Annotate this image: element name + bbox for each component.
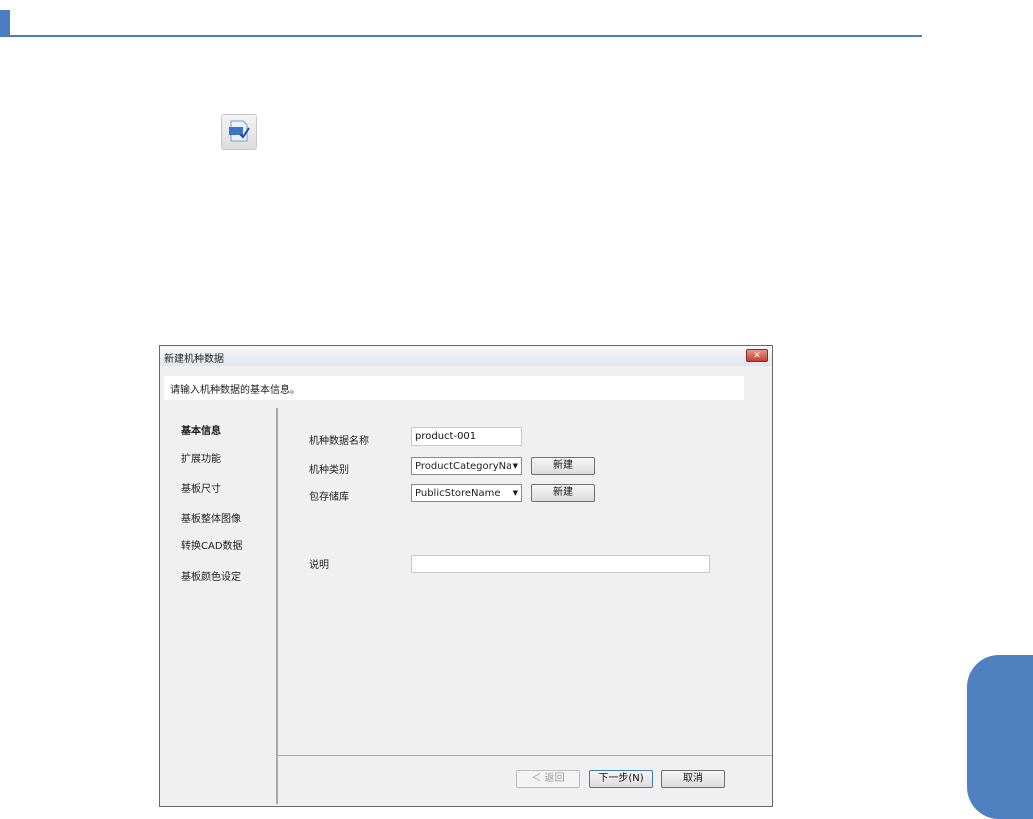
store-value: PublicStoreName xyxy=(415,488,501,499)
page-header-rule xyxy=(0,35,922,37)
page-header-accent xyxy=(0,10,10,36)
description-label: 说明 xyxy=(309,560,329,571)
nav-item-board-color[interactable]: 基板颜色设定 xyxy=(181,568,241,583)
new-store-button[interactable]: 新建 xyxy=(531,484,595,502)
next-button[interactable]: 下一步(N) xyxy=(589,770,653,788)
model-category-value: ProductCategoryName xyxy=(415,461,511,472)
nav-item-board-size[interactable]: 基板尺寸 xyxy=(181,480,221,495)
nav-item-convert-cad[interactable]: 转换CAD数据 xyxy=(181,537,243,552)
model-category-label: 机种类别 xyxy=(309,465,349,476)
nav-divider xyxy=(276,408,278,804)
new-model-dialog: 新建机种数据 ✕ 请输入机种数据的基本信息。 基本信息 扩展功能 基板尺寸 基板… xyxy=(159,345,773,807)
chevron-down-icon: ▼ xyxy=(512,489,518,497)
back-button[interactable]: ＜ 返回 xyxy=(516,770,580,788)
svt-document-icon xyxy=(221,114,257,150)
close-icon[interactable]: ✕ xyxy=(746,349,768,362)
dialog-titlebar: 新建机种数据 ✕ xyxy=(160,346,772,366)
cancel-button[interactable]: 取消 xyxy=(661,770,725,788)
model-name-input[interactable] xyxy=(411,427,522,446)
nav-item-extended-functions[interactable]: 扩展功能 xyxy=(181,450,221,465)
chapter-side-tab xyxy=(967,655,1033,819)
nav-item-board-image[interactable]: 基板整体图像 xyxy=(181,510,241,525)
description-input[interactable] xyxy=(411,555,710,573)
footer-divider xyxy=(278,755,772,756)
store-select[interactable]: PublicStoreName ▼ xyxy=(411,484,522,502)
dialog-instruction: 请输入机种数据的基本信息。 xyxy=(164,376,744,400)
nav-item-basic-info[interactable]: 基本信息 xyxy=(181,422,221,437)
model-category-select[interactable]: ProductCategoryName ▼ xyxy=(411,457,522,475)
store-label: 包存储库 xyxy=(309,492,349,503)
model-name-label: 机种数据名称 xyxy=(309,436,369,447)
dialog-title: 新建机种数据 xyxy=(164,354,224,365)
chevron-down-icon: ▼ xyxy=(512,462,518,470)
new-category-button[interactable]: 新建 xyxy=(531,457,595,475)
